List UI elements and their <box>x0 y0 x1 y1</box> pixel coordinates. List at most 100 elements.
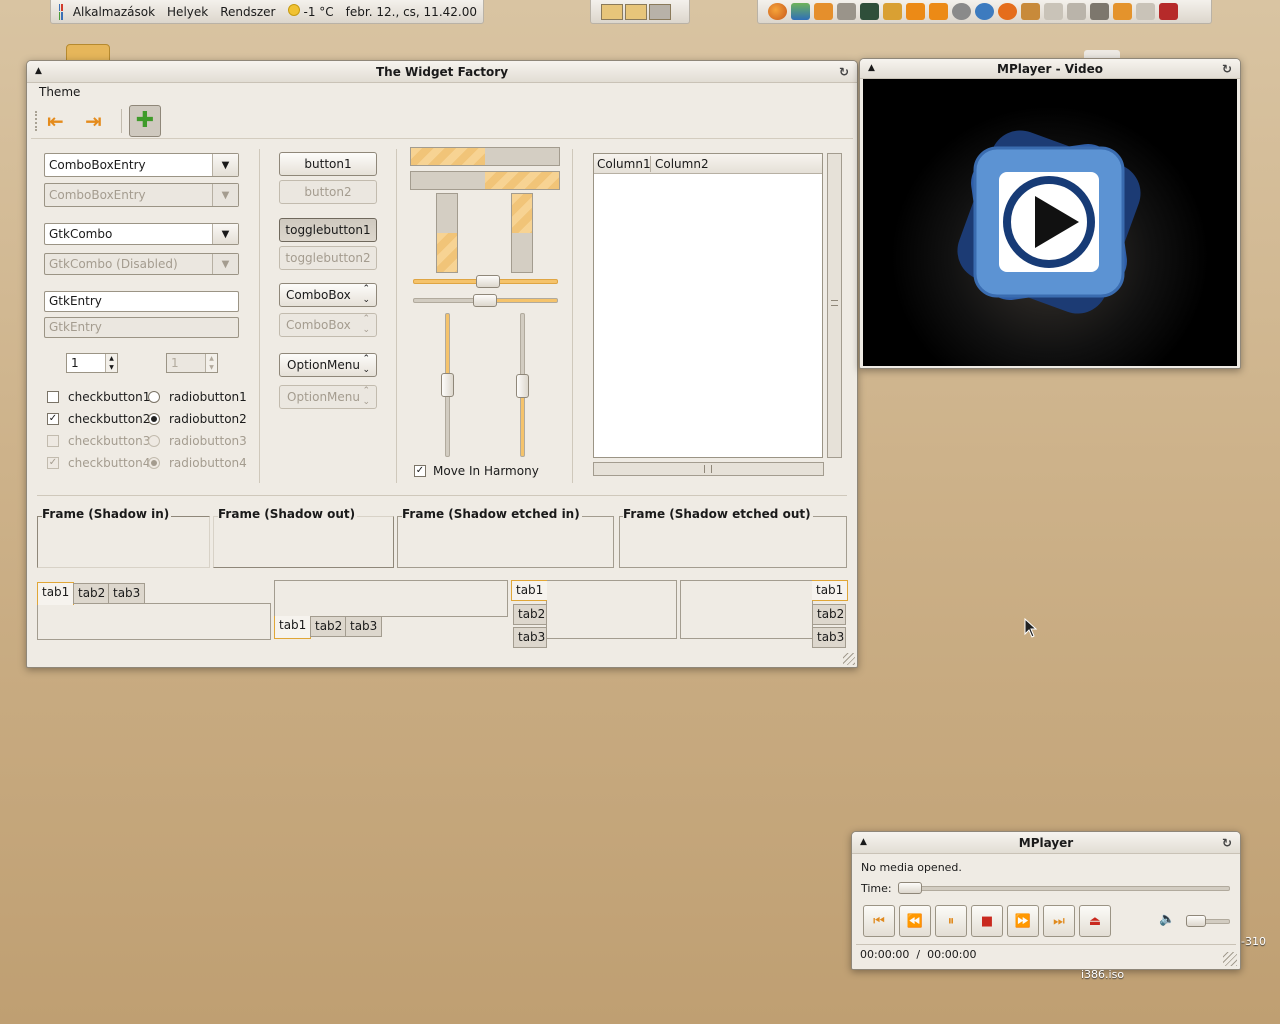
move-in-harmony-label[interactable]: Move In Harmony <box>433 464 539 478</box>
move-in-harmony-checkbox[interactable]: ✓ Move In Harmony <box>414 464 539 478</box>
optionmenu-1[interactable]: OptionMenu ⌃ ⌄ <box>279 353 377 377</box>
treeview-vscrollbar[interactable] <box>827 153 842 458</box>
user-icon[interactable] <box>952 3 971 20</box>
widget-factory-titlebar[interactable]: ▲ The Widget Factory ↻ <box>27 61 857 83</box>
up-down-arrows-icon[interactable]: ⌃ ⌄ <box>362 284 370 306</box>
notebook-bottom-tab3[interactable]: tab3 <box>345 616 383 637</box>
volume-icon[interactable]: 🔈 <box>1159 912 1175 927</box>
system-monitor-icon[interactable] <box>860 3 879 20</box>
notebook-left-tab3[interactable]: tab3 <box>513 627 547 648</box>
go-first-icon[interactable]: ⇤ <box>47 111 64 131</box>
window-close-icon[interactable]: ↻ <box>1222 832 1232 854</box>
camera-icon[interactable] <box>837 3 856 20</box>
menu-theme[interactable]: Theme <box>39 85 80 99</box>
checkbutton2[interactable]: ✓ checkbutton2 <box>47 412 150 426</box>
checkbox-checked-icon[interactable]: ✓ <box>414 465 426 477</box>
window-close-icon[interactable]: ↻ <box>1222 59 1232 79</box>
volume-knob[interactable] <box>1186 915 1206 927</box>
notebook-top-tab2[interactable]: tab2 <box>73 583 111 604</box>
treeview-hscrollbar[interactable] <box>593 462 824 476</box>
go-last-icon[interactable]: ⇥ <box>85 111 102 131</box>
spinbutton-1-value[interactable]: 1 <box>71 356 79 370</box>
checkbox-checked-icon[interactable]: ✓ <box>47 413 59 425</box>
checkbutton1[interactable]: checkbutton1 <box>47 390 150 404</box>
desktop-label-iso[interactable]: i386.iso <box>1081 968 1124 981</box>
up-down-arrows-icon[interactable]: ⌃ ⌄ <box>362 354 370 376</box>
video-area[interactable] <box>863 79 1237 366</box>
radiobutton2[interactable]: radiobutton2 <box>148 412 247 426</box>
menu-system[interactable]: Rendszer <box>214 5 281 19</box>
chevron-down-icon[interactable]: ▼ <box>212 224 238 244</box>
chevron-down-icon[interactable]: ▼ <box>212 154 238 176</box>
notebook-left-tab1[interactable]: tab1 <box>511 580 547 601</box>
toolbar-handle[interactable] <box>35 111 38 131</box>
download-icon[interactable] <box>906 3 925 20</box>
radiobutton1-label[interactable]: radiobutton1 <box>169 390 247 404</box>
window-close-icon[interactable]: ↻ <box>839 61 849 83</box>
workspace-3[interactable] <box>649 3 671 20</box>
treeview[interactable]: Column1 Column2 <box>593 153 823 458</box>
notebook-bottom-tab1[interactable]: tab1 <box>274 616 312 639</box>
package-icon[interactable] <box>883 3 902 20</box>
notebook-top-tab1[interactable]: tab1 <box>37 582 75 605</box>
firefox-icon[interactable] <box>768 3 787 20</box>
link-icon[interactable] <box>1136 3 1155 20</box>
spin-arrows-icon[interactable]: ▲ ▼ <box>105 354 117 372</box>
combobox-entry-1[interactable]: ComboBoxEntry ▼ <box>44 153 239 177</box>
radiobutton1[interactable]: radiobutton1 <box>148 390 247 404</box>
upload-icon[interactable] <box>929 3 948 20</box>
logout-icon[interactable] <box>1159 3 1178 20</box>
checkbox-unchecked-icon[interactable] <box>47 391 59 403</box>
pause-button[interactable]: ⏸ <box>935 905 967 937</box>
clapperboard-icon[interactable] <box>1113 3 1132 20</box>
button1[interactable]: button1 <box>279 152 377 176</box>
window-menu-arrow-icon[interactable]: ▲ <box>868 59 875 77</box>
radiobutton2-label[interactable]: radiobutton2 <box>169 412 247 426</box>
clock[interactable]: febr. 12., cs, 11.42.00 <box>340 5 483 19</box>
checkbutton2-label[interactable]: checkbutton2 <box>68 412 150 426</box>
clipboard-icon[interactable] <box>1044 3 1063 20</box>
workspace-2[interactable] <box>625 3 647 20</box>
weather-applet[interactable]: -1 °C <box>282 4 340 19</box>
seek-bar[interactable] <box>898 886 1230 891</box>
hscale-2-knob[interactable] <box>473 294 497 307</box>
togglebutton1[interactable]: togglebutton1 <box>279 218 377 242</box>
vscale-1-knob[interactable] <box>441 373 454 397</box>
menu-applications[interactable]: Alkalmazások <box>67 5 161 19</box>
resize-grip-icon[interactable] <box>1223 952 1237 966</box>
optionmenu-1-text[interactable]: OptionMenu <box>287 358 360 372</box>
scrollbar-grip-icon[interactable] <box>704 465 712 473</box>
notebook-right-tab2[interactable]: tab2 <box>812 604 846 625</box>
menu-places[interactable]: Helyek <box>161 5 214 19</box>
presentation-icon[interactable] <box>814 3 833 20</box>
skip-back-button[interactable]: ⏮ <box>863 905 895 937</box>
applications-icon[interactable] <box>59 3 63 20</box>
gtkcombo-1[interactable]: GtkCombo ▼ <box>44 223 239 245</box>
radio-on-icon[interactable] <box>148 413 160 425</box>
water-drop-icon[interactable] <box>975 3 994 20</box>
orange-circle-icon[interactable] <box>998 3 1017 20</box>
vscale-2-knob[interactable] <box>516 374 529 398</box>
fast-forward-button[interactable]: ⏩ <box>1007 905 1039 937</box>
column1-header[interactable]: Column1 <box>597 157 651 171</box>
column2-header[interactable]: Column2 <box>655 157 709 171</box>
window-menu-arrow-icon[interactable]: ▲ <box>35 61 42 81</box>
resize-grip-icon[interactable] <box>843 653 855 665</box>
window-menu-arrow-icon[interactable]: ▲ <box>860 832 867 852</box>
combobox-1-text[interactable]: ComboBox <box>286 288 351 302</box>
combobox-1[interactable]: ComboBox ⌃ ⌄ <box>279 283 377 307</box>
notebook-right-tab3[interactable]: tab3 <box>812 627 846 648</box>
combobox-entry-1-text[interactable]: ComboBoxEntry <box>45 158 212 172</box>
seek-knob[interactable] <box>898 882 922 894</box>
mplayer-video-titlebar[interactable]: ▲ MPlayer - Video ↻ <box>860 59 1240 79</box>
drive-icon[interactable] <box>1067 3 1086 20</box>
volume-icon[interactable] <box>1090 3 1109 20</box>
stop-button[interactable]: ■ <box>971 905 1003 937</box>
checkbutton1-label[interactable]: checkbutton1 <box>68 390 150 404</box>
desktop-label-310[interactable]: -310 <box>1241 935 1266 948</box>
spinbutton-1[interactable]: 1 ▲ ▼ <box>66 353 118 373</box>
network-icon[interactable] <box>1021 3 1040 20</box>
mplayer-titlebar[interactable]: ▲ MPlayer ↻ <box>852 832 1240 854</box>
hscale-1-knob[interactable] <box>476 275 500 288</box>
skip-forward-button[interactable]: ⏭ <box>1043 905 1075 937</box>
